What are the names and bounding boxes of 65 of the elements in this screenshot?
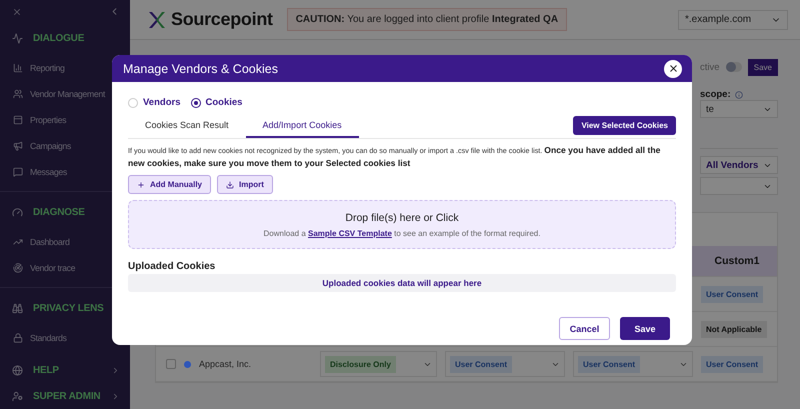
purpose-select[interactable]: User Consent: [445, 351, 565, 377]
download-icon: [226, 180, 234, 188]
chevron-right-icon[interactable]: [111, 366, 120, 374]
scope-label: scope:: [700, 89, 731, 100]
logo-text: Sourcepoint: [171, 9, 273, 30]
section-title: DIAGNOSE: [33, 206, 86, 218]
drop-hint: Download a Sample CSV Template to see an example of the format required.: [264, 228, 540, 238]
save-button[interactable]: Save: [748, 58, 778, 76]
menu-item-icon: [13, 63, 23, 73]
menu-item-icon: [13, 89, 23, 99]
drop-zone[interactable]: Drop file(s) here or Click Download a Sample CSV Template to see an example of the format required.: [128, 200, 676, 249]
chevron-right-icon[interactable]: [111, 392, 120, 400]
section-icon: [12, 206, 23, 218]
active-label: ctive: [700, 62, 720, 72]
column-header: Custom1: [714, 254, 760, 269]
sidebar-item[interactable]: Standards: [0, 325, 130, 351]
section-icon: [12, 302, 23, 314]
close-icon: [668, 63, 678, 74]
scope-select[interactable]: te: [700, 100, 778, 118]
plus-icon: [137, 180, 145, 188]
active-toggle[interactable]: [726, 62, 742, 72]
view-selected-button[interactable]: View Selected Cookies: [573, 116, 676, 135]
uploaded-empty-state: Uploaded cookies data will appear here: [128, 274, 676, 292]
section-icon: [12, 390, 23, 402]
radio-option[interactable]: Vendors: [128, 97, 180, 108]
section-title: HELP: [33, 364, 60, 376]
save-button[interactable]: Save: [620, 317, 670, 340]
consent-badge: User Consent: [701, 356, 764, 372]
section-title: PRIVACY LENS: [33, 302, 105, 314]
add-button[interactable]: Add Manually: [128, 175, 212, 194]
modal-title: Manage Vendors & Cookies: [123, 62, 278, 76]
purpose-select[interactable]: User Consent: [573, 351, 693, 377]
sidebar-item[interactable]: Properties: [0, 107, 130, 133]
info-icon[interactable]: [734, 90, 743, 98]
section-icon: [12, 32, 23, 44]
close-button[interactable]: [664, 60, 682, 78]
caution-banner: CAUTION: You are logged into client profile Integrated QA: [286, 8, 568, 31]
section-title: DIALOGUE: [33, 32, 86, 44]
tab[interactable]: Cookies Scan Result: [128, 114, 246, 138]
uploaded-title: Uploaded Cookies: [128, 261, 216, 272]
template-link[interactable]: Sample CSV Template: [308, 228, 392, 238]
cancel-button[interactable]: Cancel: [559, 317, 610, 340]
logo-icon: [148, 10, 168, 28]
menu-item-icon: [13, 333, 23, 343]
consent-badge: User Consent: [701, 286, 764, 302]
radio-option[interactable]: Cookies: [190, 97, 242, 108]
sidebar-item[interactable]: Vendor Management: [0, 81, 130, 107]
row-checkbox[interactable]: [166, 359, 176, 369]
section-icon: [12, 364, 23, 376]
tab[interactable]: Add/Import Cookies: [246, 114, 359, 138]
drop-title: Drop file(s) here or Click: [345, 212, 459, 224]
close-icon[interactable]: [12, 6, 22, 16]
purpose-select[interactable]: Disclosure Only: [320, 351, 437, 377]
vendor-name: Appcast, Inc.: [199, 359, 252, 369]
vendor-filter-select[interactable]: All Vendors: [700, 156, 778, 174]
sidebar-item[interactable]: Dashboard: [0, 229, 130, 255]
domain-select[interactable]: *.example.com: [678, 10, 788, 30]
menu-item-icon: [13, 167, 23, 177]
menu-item-icon: [13, 141, 23, 151]
menu-item-icon: [13, 237, 23, 247]
consent-badge: Not Applicable: [701, 320, 767, 338]
menu-item-icon: [13, 263, 23, 273]
menu-item-icon: [13, 115, 23, 125]
import-button[interactable]: Import: [217, 175, 273, 194]
section-title: SUPER ADMIN: [33, 390, 101, 402]
